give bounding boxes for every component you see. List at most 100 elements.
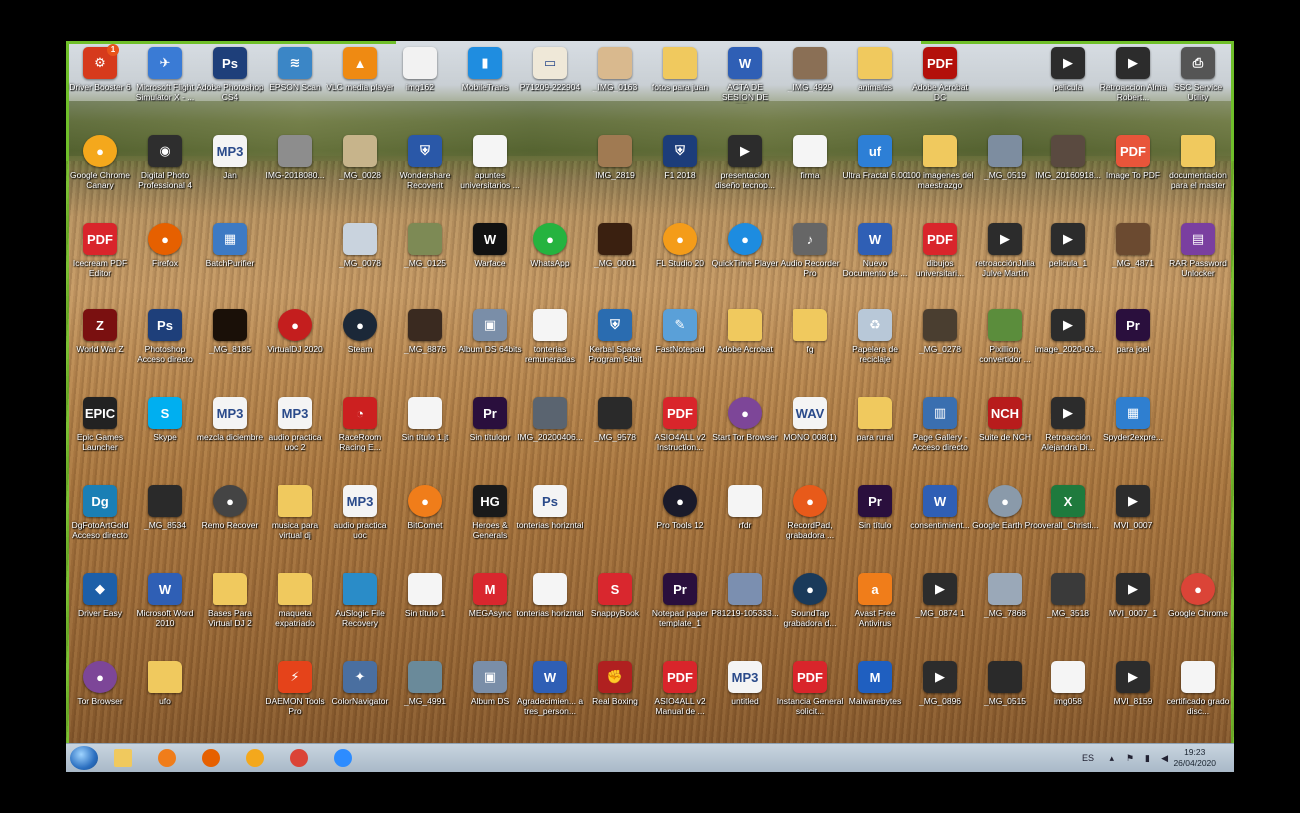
desktop-icon[interactable]: MP3 audio practica uoc — [326, 485, 394, 540]
desktop-icon[interactable]: PDF dibujos universitari... — [906, 223, 974, 278]
desktop-icon[interactable]: ▮ MobileTrans — [451, 47, 519, 92]
desktop-icon[interactable]: ◔ RaceRoom Racing E... — [326, 397, 394, 452]
desktop-icon[interactable]: ▥ Page Gallery - Acceso directo — [906, 397, 974, 452]
desktop-icon[interactable]: ● BitComet — [391, 485, 459, 530]
start-button[interactable] — [70, 746, 98, 770]
desktop-icon[interactable]: ● Google Chrome — [1164, 573, 1232, 618]
desktop-icon[interactable]: Xoverall_Christi... — [1034, 485, 1102, 530]
desktop-icon[interactable]: ● Google Chrome Canary — [66, 135, 134, 190]
desktop-icon[interactable]: WAV MONO 008(1) — [776, 397, 844, 442]
desktop-icon[interactable]: Wconsentimient... — [906, 485, 974, 530]
desktop-icon[interactable]: ⛨ Wondershare Recoverit — [391, 135, 459, 190]
network-icon[interactable]: ▮ — [1145, 744, 1150, 772]
desktop-icon[interactable]: M MEGAsync — [456, 573, 524, 618]
desktop-icon[interactable]: maqueta expatriado — [261, 573, 329, 628]
desktop-icon[interactable]: PDF ASIO4ALL v2 Instruction... — [646, 397, 714, 452]
volume-icon[interactable]: ◀ — [1161, 744, 1168, 772]
desktop-icon[interactable]: ⎙ SSC Service Utility — [1164, 47, 1232, 102]
desktop-icon[interactable]: ● VirtualDJ 2020 — [261, 309, 329, 354]
desktop-icon[interactable]: uf Ultra Fractal 6.00 — [841, 135, 909, 180]
desktop-icon[interactable]: Adobe Acrobat — [711, 309, 779, 354]
desktop-icon[interactable]: W Nuevo Documento de ... — [841, 223, 909, 278]
taskbar-app-explorer[interactable] — [104, 746, 142, 770]
desktop-icon[interactable]: Bases Para Virtual DJ 2 — [196, 573, 264, 628]
desktop-icon[interactable]: ▣ Album DS 64bits — [456, 309, 524, 354]
desktop-icon[interactable]: ✦ ColorNavigator — [326, 661, 394, 706]
desktop-icon[interactable]: S Skype — [131, 397, 199, 442]
desktop-icon[interactable]: Pr para joel — [1099, 309, 1167, 354]
desktop-icon[interactable]: _MG_4991 — [391, 661, 459, 706]
desktop-icon[interactable]: ▤ RAR Password Unlocker — [1164, 223, 1232, 278]
desktop-icon[interactable]: _MG_9578 — [581, 397, 649, 442]
desktop-icon[interactable]: W ACTA DE SESION DE CO... — [711, 47, 779, 104]
desktop-icon[interactable]: Z World War Z — [66, 309, 134, 354]
desktop-icon[interactable]: MP3 mezcla diciembre — [196, 397, 264, 442]
desktop-icon[interactable]: ▶ Retroaccion Alma Robert... — [1099, 47, 1167, 102]
desktop-icon[interactable]: ● WhatsApp — [516, 223, 584, 268]
desktop-icon[interactable]: ● Remo Recover — [196, 485, 264, 530]
desktop-icon[interactable]: ▦ BatchPurifier — [196, 223, 264, 268]
desktop-icon[interactable]: ▶ _MG_0874 1 — [906, 573, 974, 618]
desktop-icon[interactable]: _MG_3518 — [1034, 573, 1102, 618]
desktop-icon[interactable]: ▲ VLC media player — [326, 47, 394, 92]
desktop-icon[interactable]: _MG_0278 — [906, 309, 974, 354]
desktop-icon[interactable]: firma — [776, 135, 844, 180]
desktop-icon[interactable]: NCH Suite de NCH — [971, 397, 1039, 442]
desktop-icon[interactable]: IMG-2018080... — [261, 135, 329, 180]
desktop-icon[interactable]: para rural — [841, 397, 909, 442]
desktop-icon[interactable]: IMG_20160918... — [1034, 135, 1102, 180]
desktop-icon[interactable]: PDF Instancia General solicit... — [776, 661, 844, 716]
desktop-icon[interactable]: _MG_8185 — [196, 309, 264, 354]
desktop-icon[interactable]: 100 imagenes del maestrazgo — [906, 135, 974, 190]
desktop-icon[interactable]: ● Firefox — [131, 223, 199, 268]
desktop-icon[interactable]: ufo — [131, 661, 199, 706]
desktop-icon[interactable]: ⚙ 1 Driver Booster 6 — [66, 44, 134, 92]
taskbar-app-zoom[interactable] — [324, 746, 362, 770]
desktop-icon[interactable]: ▶ pelicula — [1034, 47, 1102, 92]
desktop-icon[interactable]: ≋ EPSON Scan — [261, 47, 329, 92]
desktop-icon[interactable]: Pr Notepad paper template_1 — [646, 573, 714, 628]
desktop-icon[interactable]: ▶ _MG_0896 — [906, 661, 974, 706]
desktop[interactable]: ⚙ 1 Driver Booster 6 ✈ Microsoft Flight Simu… — [66, 41, 1234, 772]
desktop-icon[interactable]: Pixillion, convertidor ... — [971, 309, 1039, 364]
desktop-icon[interactable]: a Avast Free Antivirus — [841, 573, 909, 628]
desktop-icon[interactable]: ● FL Studio 20 — [646, 223, 714, 268]
desktop-icon[interactable]: ● Pro Tools 12 — [646, 485, 714, 530]
desktop-icon[interactable]: ▶ image_2020-03... — [1034, 309, 1102, 354]
desktop-icon[interactable]: ▣ Album DS — [456, 661, 524, 706]
desktop-icon[interactable]: _IMG_4929 — [776, 47, 844, 92]
desktop-icon[interactable]: _MG_0519 — [971, 135, 1039, 180]
taskbar-app-firefox[interactable] — [192, 746, 230, 770]
desktop-icon[interactable]: IMG_2819 — [581, 135, 649, 180]
desktop-icon[interactable]: ◉ Digital Photo Professional 4 — [131, 135, 199, 190]
desktop-icon[interactable]: MP3 untitled — [711, 661, 779, 706]
desktop-icon[interactable]: fotos para juan — [646, 47, 714, 92]
desktop-icon[interactable]: ♪ Audio Recorder Pro — [776, 223, 844, 278]
desktop-icon[interactable]: ✈ Microsoft Flight Simulator X - ... — [131, 47, 199, 102]
action-center-flag-icon[interactable]: ⚑ — [1126, 744, 1134, 772]
desktop-icon[interactable]: ⛨ F1 2018 — [646, 135, 714, 180]
desktop-icon[interactable]: _MG_7868 — [971, 573, 1039, 618]
desktop-icon[interactable]: Dg DgFotoArtGold Acceso directo — [66, 485, 134, 540]
desktop-icon[interactable]: PDF Adobe Acrobat DC — [906, 47, 974, 102]
desktop-icon[interactable]: animales — [841, 47, 909, 92]
taskbar-app-media-player[interactable] — [148, 746, 186, 770]
desktop-icon[interactable]: ⚡ DAEMON Tools Pro — [261, 661, 329, 716]
desktop-icon[interactable]: ▶ retroacciónJulia Julve Martín — [971, 223, 1039, 278]
desktop-icon[interactable]: fg — [776, 309, 844, 354]
desktop-icon[interactable]: _MG_0125 — [391, 223, 459, 268]
desktop-icon[interactable]: PDF Icecream PDF Editor — [66, 223, 134, 278]
desktop-icon[interactable]: MP3 audio practica uoc 2 — [261, 397, 329, 452]
desktop-icon[interactable]: certificado grado disc... — [1164, 661, 1232, 716]
desktop-icon[interactable]: ▶ MVI_8159 — [1099, 661, 1167, 706]
show-hidden-icons-icon[interactable]: ▴ — [1109, 744, 1114, 772]
desktop-icon[interactable]: Ps Photoshop Acceso directo — [131, 309, 199, 364]
desktop-icon[interactable]: _MG_0001 — [581, 223, 649, 268]
desktop-icon[interactable]: ▭ P71209-222904 — [516, 47, 584, 92]
desktop-icon[interactable]: S SnappyBook — [581, 573, 649, 618]
taskbar-app-chrome-canary[interactable] — [236, 746, 274, 770]
system-clock[interactable]: 19:23 26/04/2020 — [1173, 747, 1216, 769]
desktop-icon[interactable]: ▦ Spyder2expre... — [1099, 397, 1167, 442]
desktop-icon[interactable]: img058 — [1034, 661, 1102, 706]
desktop-icon[interactable]: ● SoundTap grabadora d... — [776, 573, 844, 628]
